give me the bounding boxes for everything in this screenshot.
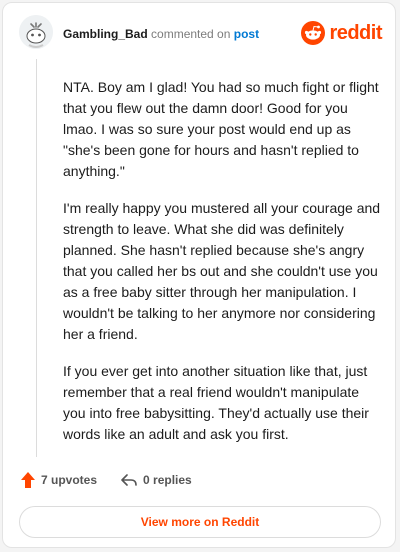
reply-button[interactable]: 0 replies <box>121 473 192 487</box>
action-text: commented on <box>151 27 231 41</box>
comment-card: Gambling_Bad commented on post reddit NT… <box>2 2 396 548</box>
comment-body: NTA. Boy am I glad! You had so much figh… <box>63 77 385 461</box>
comment-actions: 7 upvotes 0 replies <box>21 472 192 488</box>
snoo-avatar-icon <box>19 15 53 49</box>
upvote-arrow-icon <box>21 472 35 488</box>
thread-line <box>36 59 37 457</box>
comment-paragraph-3: If you ever get into another situation l… <box>63 363 369 442</box>
reddit-logo[interactable]: reddit <box>301 21 382 45</box>
avatar[interactable] <box>19 15 53 49</box>
comment-paragraph-2: I'm really happy you mustered all your c… <box>63 200 381 342</box>
reply-icon <box>121 474 137 486</box>
reply-count: 0 replies <box>143 473 192 487</box>
post-link[interactable]: post <box>234 27 259 41</box>
username-link[interactable]: Gambling_Bad <box>63 27 148 41</box>
comment-paragraph-1: NTA. Boy am I glad! You had so much figh… <box>63 79 379 179</box>
comment-meta: Gambling_Bad commented on post <box>63 27 259 41</box>
upvote-button[interactable]: 7 upvotes <box>21 472 97 488</box>
comment-header: Gambling_Bad commented on post reddit <box>3 3 395 61</box>
view-more-button[interactable]: View more on Reddit <box>19 506 381 538</box>
reddit-logo-icon <box>301 21 326 45</box>
upvote-count: 7 upvotes <box>41 473 98 487</box>
reddit-wordmark: reddit <box>329 21 382 44</box>
